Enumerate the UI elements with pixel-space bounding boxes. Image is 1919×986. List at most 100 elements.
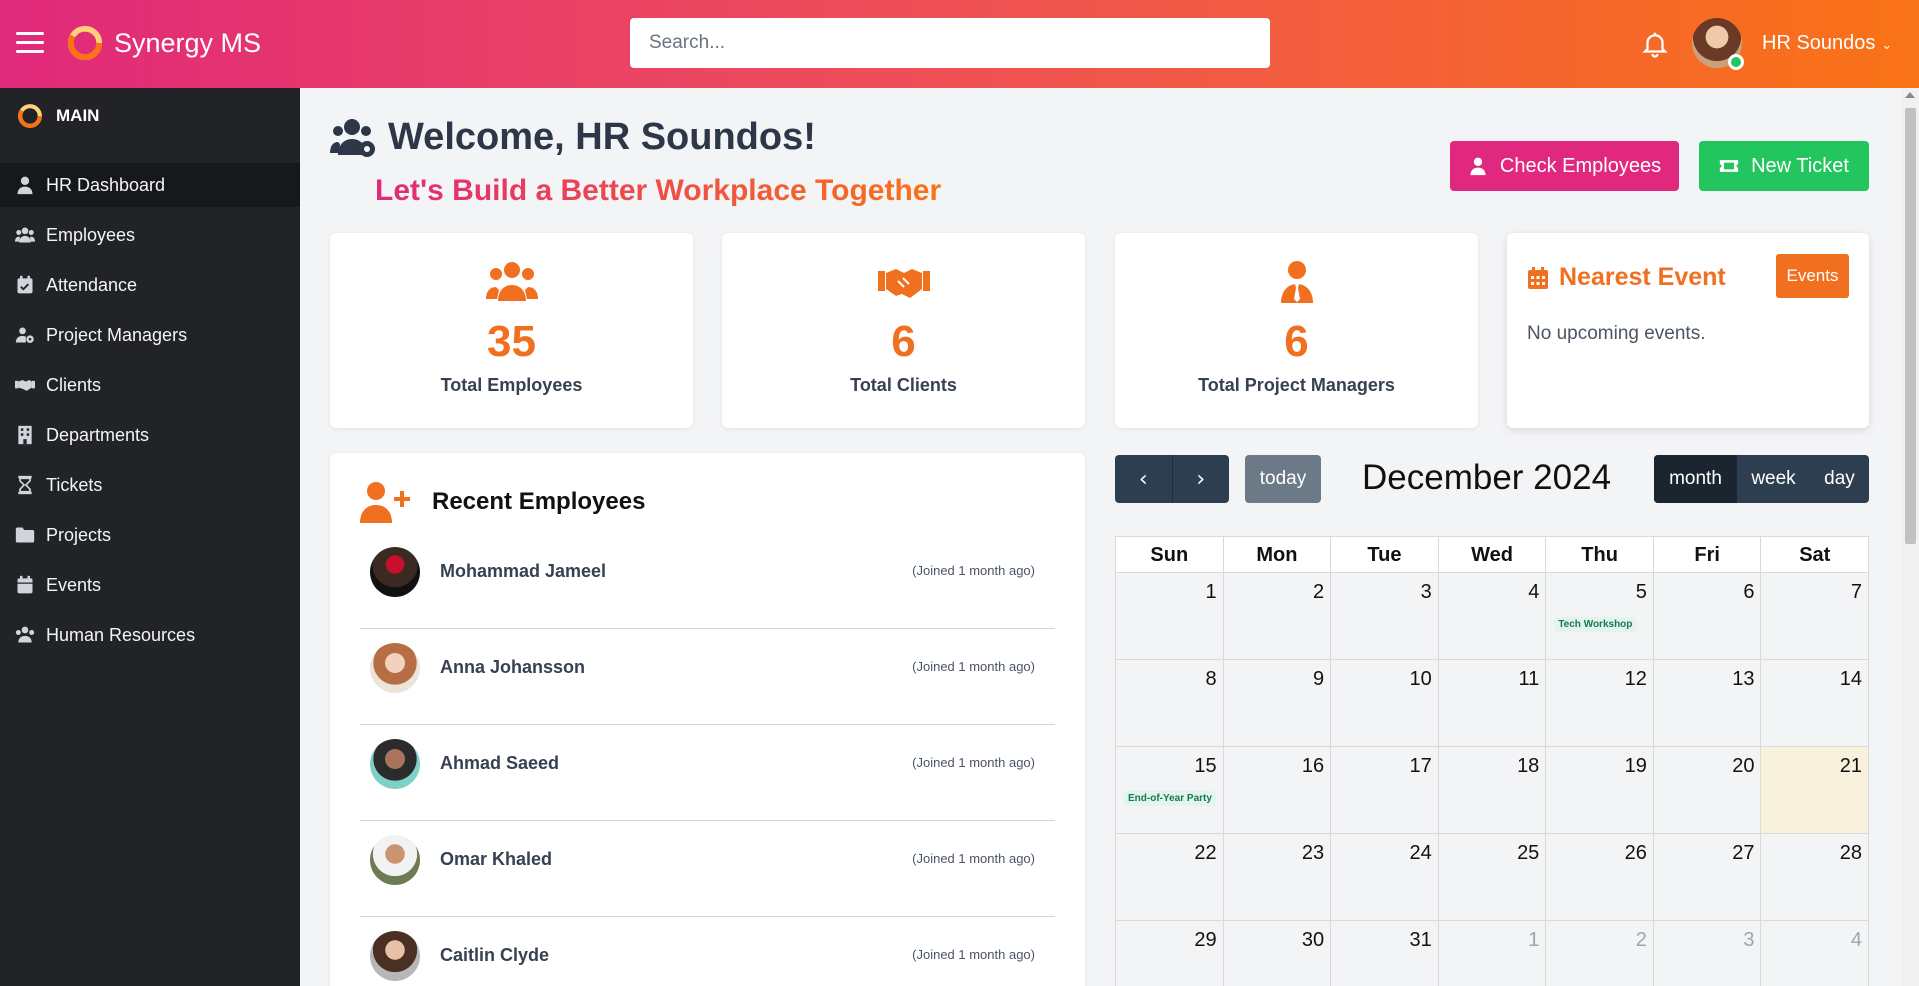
list-item[interactable]: Ahmad Saeed (Joined 1 month ago) bbox=[360, 725, 1055, 821]
recent-employees-header: Recent Employees bbox=[360, 481, 645, 523]
sidebar-item-employees[interactable]: Employees bbox=[0, 213, 300, 257]
calendar-day-cell[interactable]: 20 bbox=[1654, 747, 1762, 833]
calendar-day-cell[interactable]: 21 bbox=[1761, 747, 1870, 833]
calendar-day-number: 14 bbox=[1839, 668, 1863, 690]
weekday-header: Mon bbox=[1224, 537, 1332, 572]
calendar-day-cell[interactable]: 23 bbox=[1224, 834, 1332, 920]
calendar-day-cell[interactable]: 8 bbox=[1116, 660, 1224, 746]
calendar-event[interactable]: Tech Workshop bbox=[1554, 617, 1637, 632]
calendar-day-cell[interactable]: 29 bbox=[1116, 921, 1224, 986]
calendar-day-cell[interactable]: 11 bbox=[1439, 660, 1547, 746]
handshake-icon bbox=[877, 269, 930, 298]
view-week-button[interactable]: week bbox=[1737, 455, 1810, 503]
calendar-day-cell[interactable]: 26 bbox=[1546, 834, 1654, 920]
calendar-day-cell[interactable]: 2 bbox=[1224, 573, 1332, 659]
recent-employees-title: Recent Employees bbox=[432, 488, 646, 515]
new-ticket-button[interactable]: New Ticket bbox=[1699, 141, 1869, 191]
calendar-day-cell[interactable]: 19 bbox=[1546, 747, 1654, 833]
calendar-week-row: 15 End-of-Year Party 16 17 18 19 20 21 bbox=[1115, 747, 1870, 834]
calendar-day-cell[interactable]: 7 bbox=[1761, 573, 1870, 659]
calendar-day-cell[interactable]: 27 bbox=[1654, 834, 1762, 920]
menu-toggle-icon[interactable] bbox=[16, 32, 44, 54]
calendar-day-cell[interactable]: 15 End-of-Year Party bbox=[1116, 747, 1224, 833]
sidebar-item-human-resources[interactable]: Human Resources bbox=[0, 613, 300, 657]
calendar-today-button[interactable]: today bbox=[1245, 455, 1321, 503]
calendar-day-cell[interactable]: 1 bbox=[1439, 921, 1547, 986]
stat-card-project-managers: 6 Total Project Managers bbox=[1115, 233, 1478, 428]
user-menu[interactable]: HR Soundos ⌄ bbox=[1762, 32, 1892, 55]
calendar-day-cell[interactable]: 18 bbox=[1439, 747, 1547, 833]
calendar-day-number: 27 bbox=[1732, 842, 1755, 864]
calendar-day-cell[interactable]: 9 bbox=[1224, 660, 1332, 746]
calendar-day-number: 16 bbox=[1301, 755, 1325, 777]
sidebar-item-label: Tickets bbox=[46, 474, 103, 495]
sidebar-item-label: Employees bbox=[46, 224, 136, 245]
calendar-day-cell[interactable]: 4 bbox=[1439, 573, 1547, 659]
calendar-day-cell[interactable]: 12 bbox=[1546, 660, 1654, 746]
sidebar-item-departments[interactable]: Departments bbox=[0, 413, 300, 457]
calendar-day-cell[interactable]: 14 bbox=[1761, 660, 1870, 746]
calendar-next-button[interactable]: › bbox=[1173, 455, 1230, 503]
calendar-day-number: 7 bbox=[1850, 581, 1863, 603]
check-employees-button[interactable]: Check Employees bbox=[1450, 141, 1679, 191]
users-cog-icon bbox=[14, 624, 36, 646]
calendar-event[interactable]: End-of-Year Party bbox=[1124, 791, 1216, 806]
sidebar-item-tickets[interactable]: Tickets bbox=[0, 463, 300, 507]
list-item[interactable]: Caitlin Clyde (Joined 1 month ago) bbox=[360, 917, 1055, 986]
calendar-day-cell[interactable]: 22 bbox=[1116, 834, 1224, 920]
view-day-button[interactable]: day bbox=[1810, 455, 1869, 503]
calendar-prev-button[interactable]: ‹ bbox=[1115, 455, 1173, 503]
sidebar-item-label: Events bbox=[46, 574, 102, 595]
brand-name[interactable]: Synergy MS bbox=[114, 28, 261, 59]
calendar-day-number: 1 bbox=[1205, 581, 1217, 603]
sidebar-item-label: Project Managers bbox=[46, 324, 188, 345]
calendar-day-cell[interactable]: 3 bbox=[1654, 921, 1762, 986]
sidebar-item-hr-dashboard[interactable]: HR Dashboard bbox=[0, 163, 300, 207]
sidebar-item-clients[interactable]: Clients bbox=[0, 363, 300, 407]
calendar-day-number: 12 bbox=[1624, 668, 1647, 690]
user-avatar[interactable] bbox=[1692, 18, 1744, 70]
calendar-title: December 2024 bbox=[1362, 458, 1612, 497]
calendar-day-number: 28 bbox=[1839, 842, 1863, 864]
calendar-day-cell[interactable]: 28 bbox=[1761, 834, 1870, 920]
scroll-up-arrow-icon[interactable] bbox=[1905, 92, 1915, 98]
calendar-day-cell[interactable]: 3 bbox=[1331, 573, 1439, 659]
search-input[interactable] bbox=[630, 18, 1270, 68]
calendar-day-cell[interactable]: 10 bbox=[1331, 660, 1439, 746]
sidebar-item-project-managers[interactable]: Project Managers bbox=[0, 313, 300, 357]
list-item[interactable]: Omar Khaled (Joined 1 month ago) bbox=[360, 821, 1055, 917]
list-item[interactable]: Mohammad Jameel (Joined 1 month ago) bbox=[360, 533, 1055, 629]
calendar-day-cell[interactable]: 2 bbox=[1546, 921, 1654, 986]
calendar-day-cell[interactable]: 4 bbox=[1761, 921, 1870, 986]
scrollbar-thumb[interactable] bbox=[1905, 108, 1916, 544]
calendar-day-cell[interactable]: 25 bbox=[1439, 834, 1547, 920]
calendar-day-cell[interactable]: 6 bbox=[1654, 573, 1762, 659]
user-tie-icon bbox=[1280, 261, 1313, 303]
calendar-day-cell[interactable]: 31 bbox=[1331, 921, 1439, 986]
calendar-day-number: 11 bbox=[1518, 668, 1540, 690]
calendar-day-cell[interactable]: 13 bbox=[1654, 660, 1762, 746]
sidebar-section-header: MAIN bbox=[16, 102, 99, 130]
weekday-header: Wed bbox=[1439, 537, 1547, 572]
user-plus-icon bbox=[360, 482, 410, 523]
calendar-day-cell[interactable]: 1 bbox=[1116, 573, 1224, 659]
events-button[interactable]: Events bbox=[1776, 254, 1849, 298]
sidebar-item-projects[interactable]: Projects bbox=[0, 513, 300, 557]
list-item[interactable]: Anna Johansson (Joined 1 month ago) bbox=[360, 629, 1055, 725]
calendar-day-cell[interactable]: 24 bbox=[1331, 834, 1439, 920]
calendar-day-cell[interactable]: 17 bbox=[1331, 747, 1439, 833]
sidebar-item-events[interactable]: Events bbox=[0, 563, 300, 607]
synergy-logo-icon bbox=[67, 25, 103, 61]
synergy-logo-icon bbox=[18, 104, 42, 128]
sidebar-item-label: HR Dashboard bbox=[46, 174, 166, 195]
employee-avatar bbox=[370, 643, 420, 693]
view-month-button[interactable]: month bbox=[1654, 455, 1737, 503]
calendar-day-number: 4 bbox=[1850, 929, 1863, 951]
bell-icon[interactable] bbox=[1640, 28, 1670, 60]
weekday-header: Sun bbox=[1116, 537, 1224, 572]
calendar-day-cell[interactable]: 16 bbox=[1224, 747, 1332, 833]
calendar-day-cell[interactable]: 5 Tech Workshop bbox=[1546, 573, 1654, 659]
sidebar-item-label: Human Resources bbox=[46, 624, 196, 645]
sidebar-item-attendance[interactable]: Attendance bbox=[0, 263, 300, 307]
calendar-day-cell[interactable]: 30 bbox=[1224, 921, 1332, 986]
